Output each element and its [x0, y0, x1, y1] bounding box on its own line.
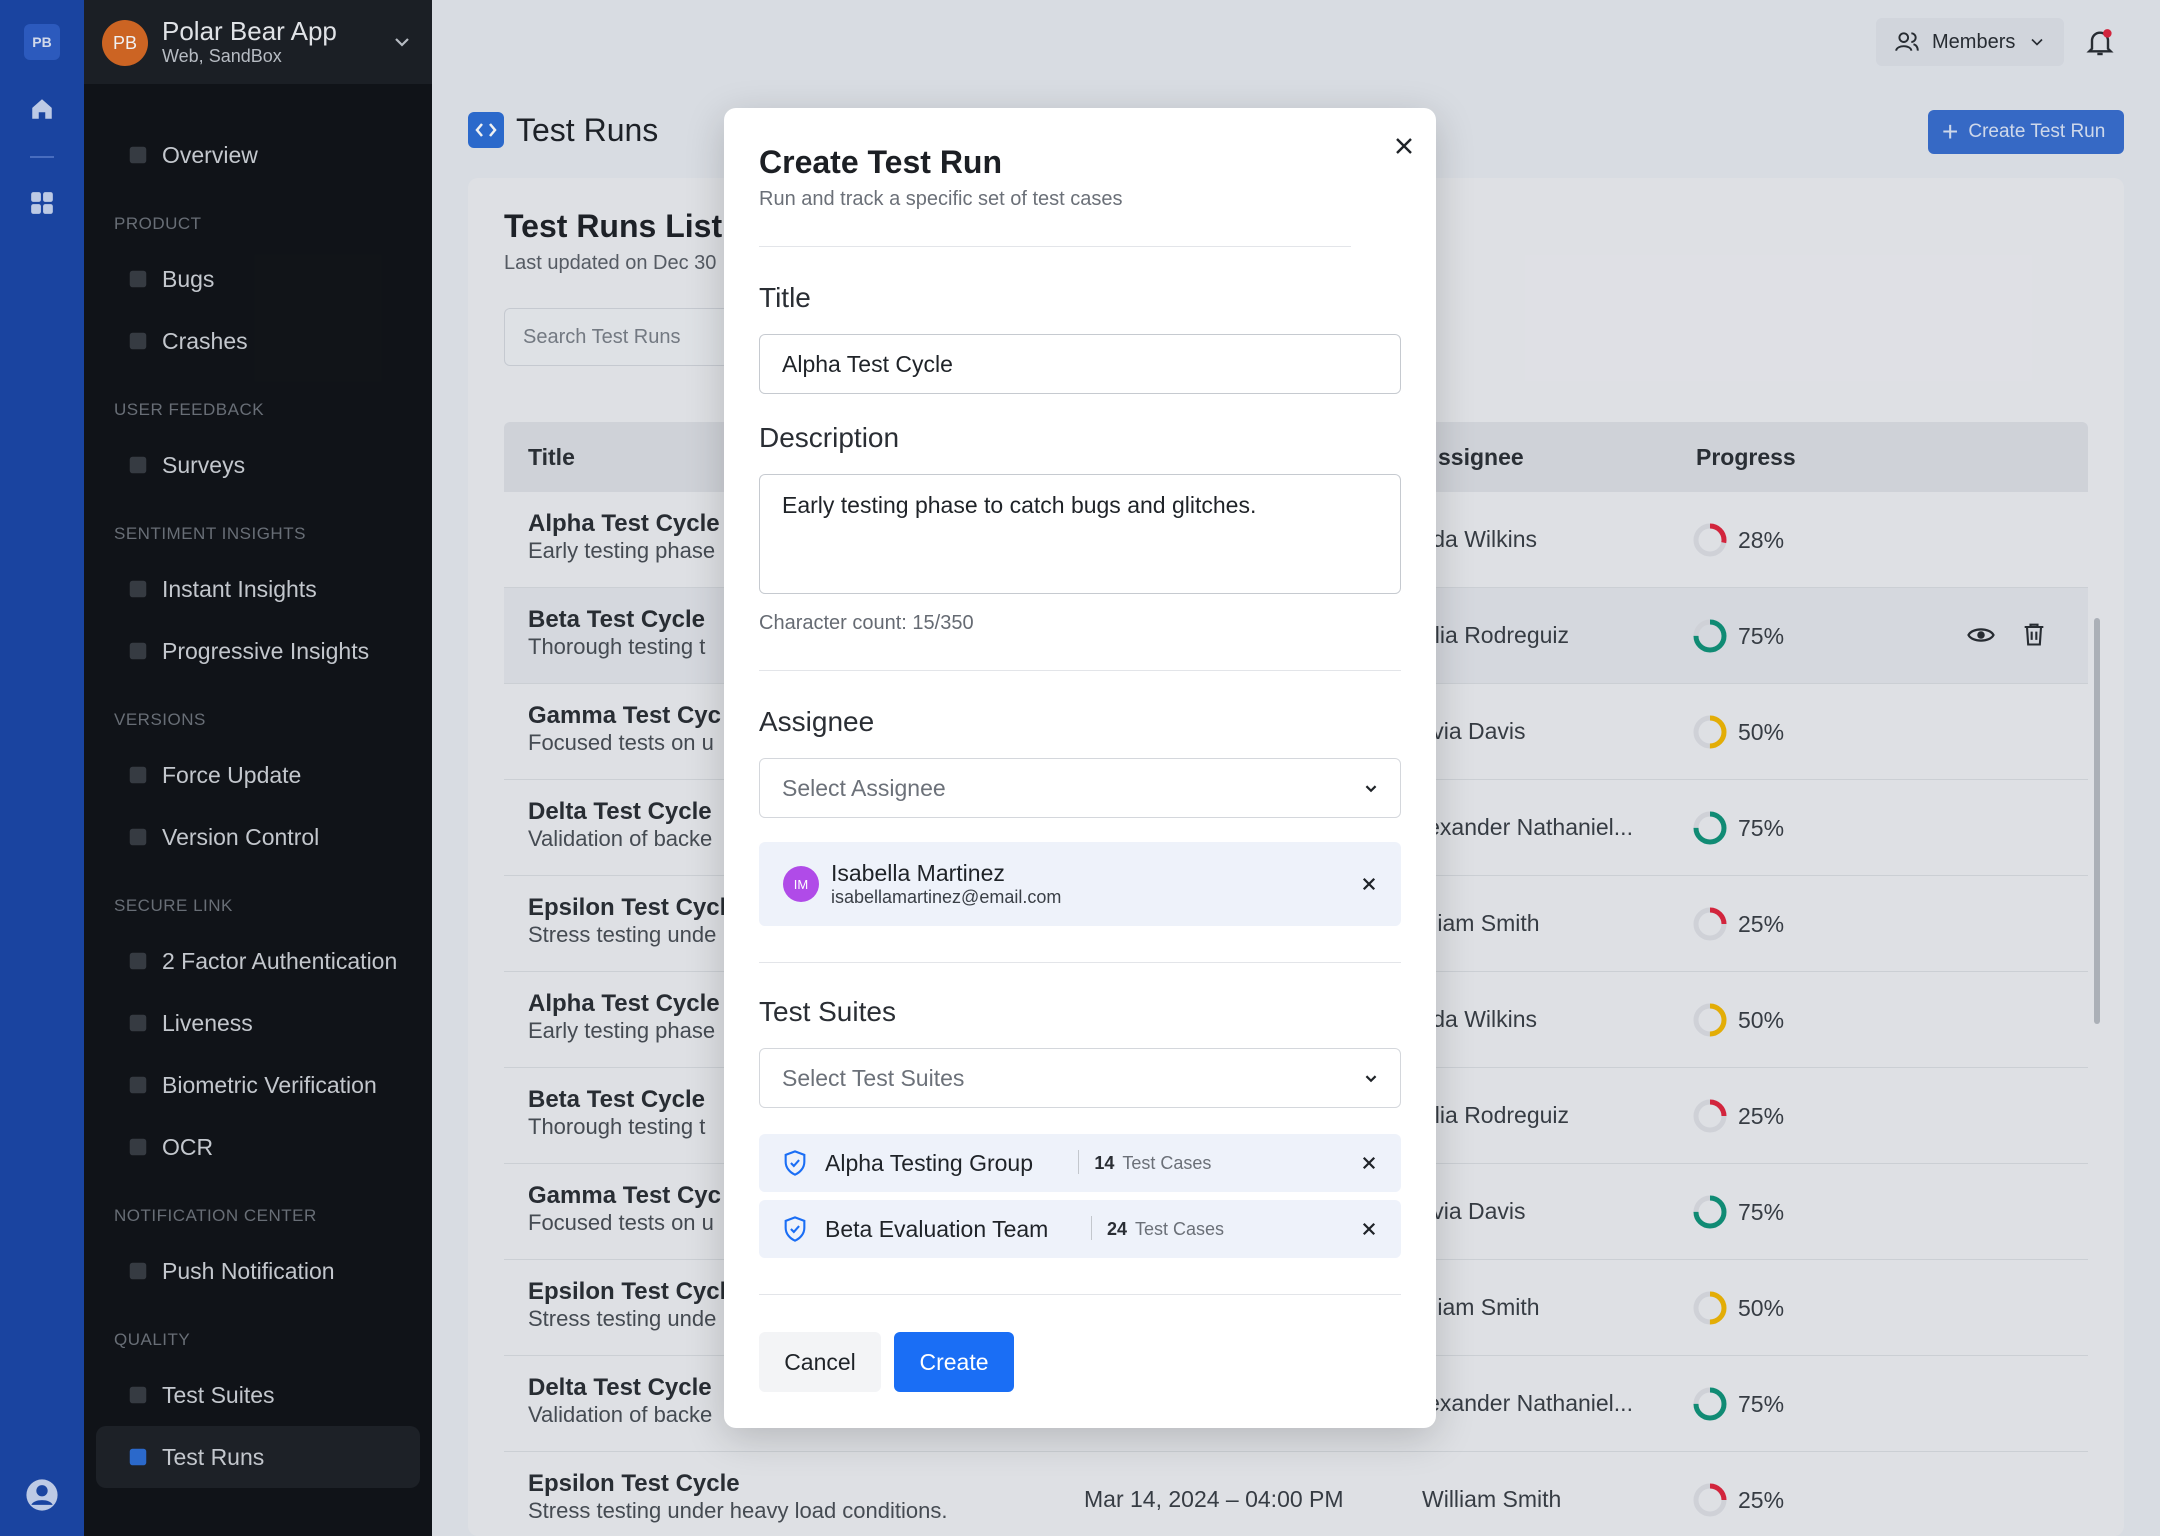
title-label: Title [759, 282, 811, 313]
description-label: Description [759, 422, 900, 453]
divider [759, 670, 1401, 671]
suite-case-count: 24 [1107, 1219, 1128, 1239]
suite-case-unit: Test Cases [1135, 1219, 1225, 1239]
character-count: Character count: 15/350 [759, 612, 974, 634]
create-button[interactable]: Create [894, 1332, 1014, 1392]
suite-case-count: 14 [1094, 1153, 1115, 1173]
close-icon[interactable] [1388, 130, 1420, 162]
assignee-email: isabellamartinez@email.com [831, 887, 1062, 907]
remove-suite-icon[interactable] [1355, 1215, 1383, 1243]
selected-assignee-chip: IM Isabella Martinez isabellamartinez@em… [759, 842, 1401, 926]
chevron-down-icon [1365, 785, 1377, 793]
remove-assignee-icon[interactable] [1355, 870, 1383, 898]
selected-suite-chip: Alpha Testing Group 14 Test Cases [759, 1134, 1401, 1192]
assignee-label: Assignee [759, 706, 875, 737]
divider [759, 1294, 1401, 1295]
test-suites-label: Test Suites [759, 996, 896, 1027]
separator [1078, 1150, 1080, 1174]
shield-check-icon [784, 1216, 806, 1242]
create-test-run-modal: Create Test Run Run and track a specific… [724, 108, 1436, 1428]
remove-suite-icon[interactable] [1355, 1149, 1383, 1177]
suite-name: Beta Evaluation Team [825, 1216, 1049, 1242]
modal-title: Create Test Run [759, 144, 1003, 180]
chevron-down-icon [1365, 1075, 1377, 1083]
assignee-name: Isabella Martinez [831, 860, 1005, 886]
suite-case-unit: Test Cases [1122, 1153, 1212, 1173]
divider [759, 246, 1351, 247]
test-suites-select[interactable]: Select Test Suites [759, 1048, 1401, 1108]
separator [1091, 1216, 1092, 1240]
modal-subtitle: Run and track a specific set of test cas… [759, 188, 1123, 210]
divider [759, 962, 1401, 963]
suite-name: Alpha Testing Group [825, 1150, 1033, 1176]
description-textarea[interactable]: Early testing phase to catch bugs and gl… [759, 474, 1401, 594]
selected-suite-chip: Beta Evaluation Team 24 Test Cases [759, 1200, 1401, 1258]
shield-check-icon [784, 1150, 806, 1176]
cancel-button[interactable]: Cancel [759, 1332, 881, 1392]
assignee-avatar: IM [783, 866, 819, 902]
title-input[interactable] [759, 334, 1401, 394]
assignee-select[interactable]: Select Assignee [759, 758, 1401, 818]
